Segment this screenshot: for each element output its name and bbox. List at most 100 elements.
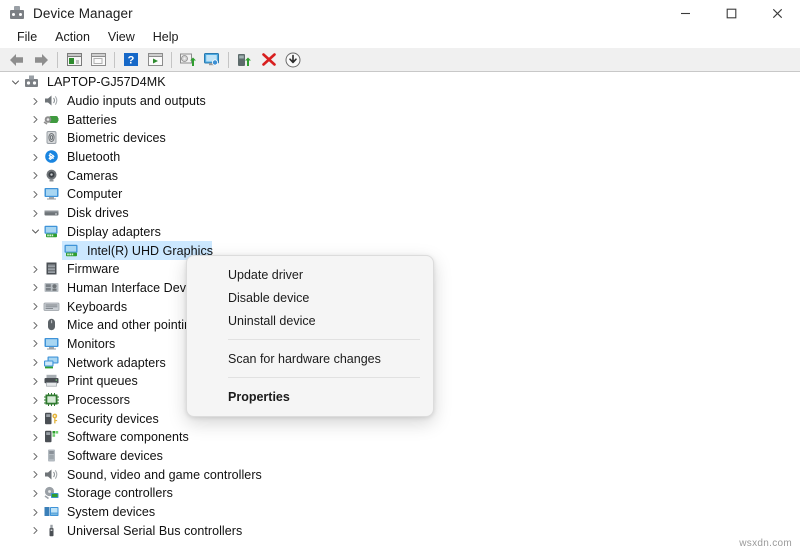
update-driver-button[interactable] bbox=[281, 49, 305, 71]
chevron-right-icon[interactable] bbox=[28, 97, 43, 106]
mouse-icon bbox=[43, 317, 61, 333]
tree-item[interactable]: Storage controllers bbox=[0, 484, 800, 503]
tree-item[interactable]: Sound, video and game controllers bbox=[0, 465, 800, 484]
tree-item[interactable]: Disk drives bbox=[0, 204, 800, 223]
tree-item[interactable]: Computer bbox=[0, 185, 800, 204]
context-menu-item-disable-device[interactable]: Disable device bbox=[187, 286, 433, 309]
tree-item-label: Audio inputs and outputs bbox=[67, 94, 206, 109]
window-controls bbox=[662, 0, 800, 26]
properties-button[interactable] bbox=[62, 49, 86, 71]
minimize-button[interactable] bbox=[662, 0, 708, 26]
tree-item[interactable]: Bluetooth bbox=[0, 148, 800, 167]
chevron-right-icon[interactable] bbox=[28, 339, 43, 348]
context-menu-item-uninstall-device[interactable]: Uninstall device bbox=[187, 309, 433, 332]
chevron-right-icon[interactable] bbox=[28, 209, 43, 218]
security-key-icon bbox=[43, 411, 61, 427]
tree-item-label: Software devices bbox=[67, 449, 163, 464]
tree-item-label: Software components bbox=[67, 430, 189, 445]
processor-icon bbox=[43, 392, 61, 408]
chevron-right-icon[interactable] bbox=[28, 508, 43, 517]
menu-help[interactable]: Help bbox=[144, 28, 188, 46]
chevron-right-icon[interactable] bbox=[28, 153, 43, 162]
fingerprint-icon bbox=[43, 130, 61, 146]
tree-item-label: System devices bbox=[67, 505, 156, 520]
display-adapter-icon bbox=[43, 224, 61, 240]
speaker-icon bbox=[43, 93, 61, 109]
window-title: Device Manager bbox=[33, 5, 133, 21]
chevron-down-icon[interactable] bbox=[8, 78, 23, 87]
chevron-right-icon[interactable] bbox=[28, 414, 43, 423]
software-component-icon bbox=[43, 429, 61, 445]
context-menu-item-update-driver[interactable]: Update driver bbox=[187, 263, 433, 286]
chevron-right-icon[interactable] bbox=[28, 433, 43, 442]
chevron-right-icon[interactable] bbox=[28, 526, 43, 535]
chevron-down-icon[interactable] bbox=[28, 227, 43, 236]
tree-item[interactable]: Cameras bbox=[0, 166, 800, 185]
chevron-right-icon[interactable] bbox=[28, 134, 43, 143]
view-devices-button[interactable] bbox=[143, 49, 167, 71]
hid-icon bbox=[43, 280, 61, 296]
tree-item[interactable]: Biometric devices bbox=[0, 129, 800, 148]
show-hidden-devices-button[interactable] bbox=[86, 49, 110, 71]
tree-item[interactable]: Display adapters bbox=[0, 223, 800, 242]
tree-item[interactable]: Software components bbox=[0, 428, 800, 447]
chevron-right-icon[interactable] bbox=[28, 396, 43, 405]
context-menu-item-scan-for-hardware-changes[interactable]: Scan for hardware changes bbox=[187, 347, 433, 370]
back-button[interactable] bbox=[5, 49, 29, 71]
tree-item-label: Processors bbox=[67, 393, 131, 408]
system-device-icon bbox=[43, 504, 61, 520]
chevron-right-icon[interactable] bbox=[28, 377, 43, 386]
monitor-properties-button[interactable] bbox=[200, 49, 224, 71]
chevron-right-icon[interactable] bbox=[28, 358, 43, 367]
firmware-icon bbox=[43, 261, 61, 277]
chevron-right-icon[interactable] bbox=[28, 302, 43, 311]
tree-item[interactable]: System devices bbox=[0, 503, 800, 522]
tree-item-label: Print queues bbox=[67, 374, 138, 389]
usb-icon bbox=[43, 523, 61, 539]
device-manager-window: Device Manager File Action View Help ? L… bbox=[0, 0, 800, 555]
chevron-right-icon[interactable] bbox=[28, 171, 43, 180]
display-adapter-icon bbox=[63, 243, 81, 259]
scan-hardware-changes-button[interactable] bbox=[176, 49, 200, 71]
speaker-icon bbox=[43, 467, 61, 483]
device-context-menu[interactable]: Update driver Disable device Uninstall dev… bbox=[186, 255, 434, 417]
camera-icon bbox=[43, 168, 61, 184]
tree-item-label: Monitors bbox=[67, 336, 116, 351]
menu-bar: File Action View Help bbox=[0, 26, 800, 48]
tree-item[interactable]: Universal Serial Bus controllers bbox=[0, 522, 800, 541]
menu-action[interactable]: Action bbox=[46, 28, 99, 46]
chevron-right-icon[interactable] bbox=[28, 190, 43, 199]
tree-item[interactable]: Batteries bbox=[0, 110, 800, 129]
tree-item-label: Biometric devices bbox=[67, 131, 166, 146]
toolbar: ? bbox=[0, 48, 800, 72]
disk-drive-icon bbox=[43, 205, 61, 221]
forward-button[interactable] bbox=[29, 49, 53, 71]
chevron-right-icon[interactable] bbox=[28, 321, 43, 330]
close-button[interactable] bbox=[754, 0, 800, 26]
chevron-right-icon[interactable] bbox=[28, 283, 43, 292]
chevron-right-icon[interactable] bbox=[28, 489, 43, 498]
network-adapter-icon bbox=[43, 355, 61, 371]
context-menu-separator bbox=[228, 339, 420, 340]
context-menu-item-properties[interactable]: Properties bbox=[187, 385, 433, 408]
tree-item-label: Keyboards bbox=[67, 299, 128, 314]
chevron-right-icon[interactable] bbox=[28, 265, 43, 274]
uninstall-device-button[interactable] bbox=[257, 49, 281, 71]
help-button[interactable]: ? bbox=[119, 49, 143, 71]
menu-view[interactable]: View bbox=[99, 28, 144, 46]
chevron-right-icon[interactable] bbox=[28, 452, 43, 461]
enable-device-button[interactable] bbox=[233, 49, 257, 71]
bluetooth-icon bbox=[43, 149, 61, 165]
tree-item-label: Display adapters bbox=[67, 224, 161, 239]
tree-item[interactable]: Audio inputs and outputs bbox=[0, 92, 800, 111]
tree-item-label: Disk drives bbox=[67, 206, 129, 221]
menu-file[interactable]: File bbox=[8, 28, 46, 46]
svg-text:?: ? bbox=[128, 55, 135, 67]
tree-item[interactable]: LAPTOP-GJ57D4MK bbox=[0, 73, 800, 92]
maximize-button[interactable] bbox=[708, 0, 754, 26]
chevron-right-icon[interactable] bbox=[28, 470, 43, 479]
tree-item-label: Storage controllers bbox=[67, 486, 173, 501]
chevron-right-icon[interactable] bbox=[28, 115, 43, 124]
monitor-icon bbox=[43, 186, 61, 202]
tree-item[interactable]: Software devices bbox=[0, 447, 800, 466]
